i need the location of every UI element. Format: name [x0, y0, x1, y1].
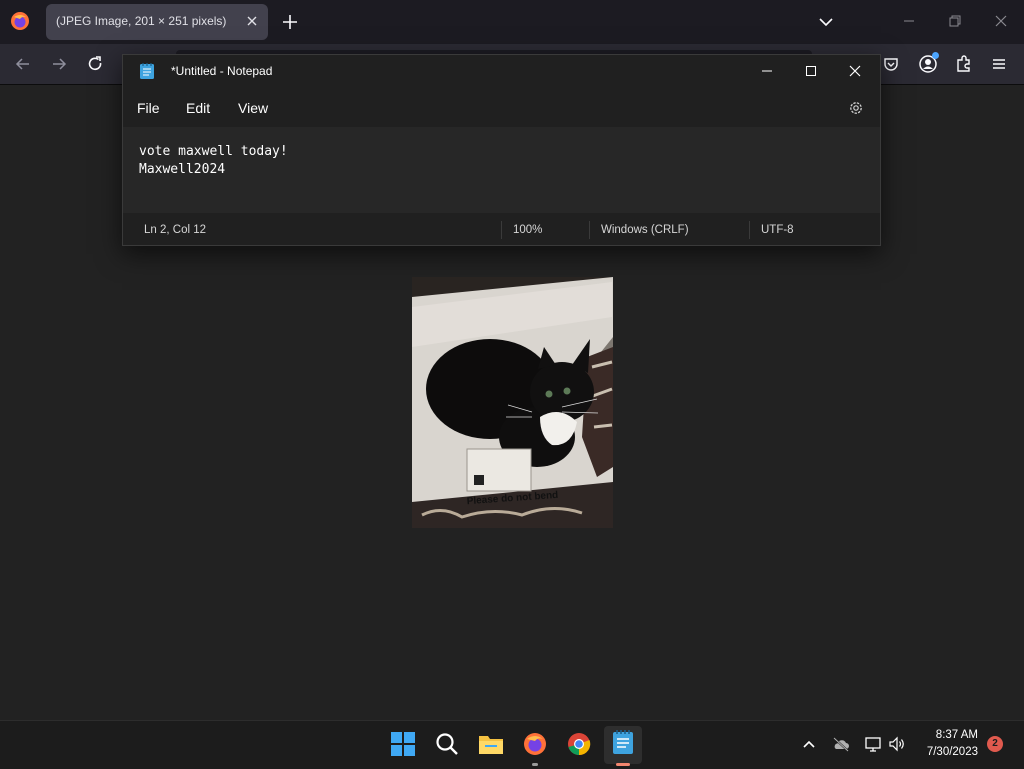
chevron-up-icon[interactable] — [802, 737, 816, 751]
firefox-logo-icon[interactable] — [10, 11, 30, 31]
encoding: UTF-8 — [761, 224, 794, 236]
close-window-icon[interactable] — [992, 12, 1010, 30]
minimize-icon[interactable] — [900, 12, 918, 30]
start-icon[interactable] — [390, 731, 416, 757]
notepad-window: *Untitled - Notepad File Edit View vote … — [122, 54, 881, 246]
menu-edit[interactable]: Edit — [182, 100, 214, 116]
notepad-titlebar[interactable]: *Untitled - Notepad — [123, 55, 880, 87]
pocket-icon[interactable] — [882, 55, 900, 73]
status-divider — [501, 221, 502, 239]
chevron-down-icon[interactable] — [818, 14, 834, 30]
maximize-icon[interactable] — [803, 63, 819, 79]
notepad-menubar: File Edit View — [123, 91, 880, 125]
browser-tab[interactable]: (JPEG Image, 201 × 251 pixels) — [46, 4, 268, 40]
reload-icon[interactable] — [86, 55, 104, 73]
settings-gear-icon[interactable] — [847, 99, 865, 117]
notepad-icon[interactable] — [610, 729, 636, 755]
menu-view[interactable]: View — [234, 100, 272, 116]
text-line: vote maxwell today! — [139, 144, 288, 159]
notepad-content[interactable]: vote maxwell today! Maxwell2024 — [139, 143, 288, 179]
new-tab-icon[interactable] — [280, 12, 300, 32]
cat-photo: Please do not bend — [412, 277, 613, 528]
network-icon[interactable] — [864, 735, 882, 753]
search-icon[interactable] — [434, 731, 460, 757]
zoom-level: 100% — [513, 224, 543, 236]
close-tab-icon[interactable] — [246, 15, 258, 27]
minimize-icon[interactable] — [759, 63, 775, 79]
close-icon[interactable] — [847, 63, 863, 79]
notepad-text-area[interactable]: vote maxwell today! Maxwell2024 — [123, 127, 880, 213]
text-line: Maxwell2024 — [139, 162, 226, 177]
notepad-status-bar: Ln 2, Col 12 100% Windows (CRLF) UTF-8 — [123, 215, 880, 245]
account-notification-dot — [932, 52, 939, 59]
menu-file[interactable]: File — [133, 100, 164, 116]
file-explorer-icon[interactable] — [478, 731, 504, 757]
back-arrow-icon[interactable] — [14, 55, 32, 73]
tab-title: (JPEG Image, 201 × 251 pixels) — [56, 14, 227, 28]
forward-arrow-icon[interactable] — [50, 55, 68, 73]
line-ending: Windows (CRLF) — [601, 224, 689, 236]
extensions-puzzle-icon[interactable] — [954, 54, 974, 74]
hamburger-menu-icon[interactable] — [990, 55, 1008, 73]
status-divider — [749, 221, 750, 239]
status-divider — [589, 221, 590, 239]
firefox-running-indicator — [532, 763, 538, 766]
chrome-icon[interactable] — [566, 731, 592, 757]
browser-tab-strip: (JPEG Image, 201 × 251 pixels) — [0, 0, 1024, 44]
notification-count-badge[interactable]: 2 — [987, 736, 1003, 752]
cursor-position: Ln 2, Col 12 — [144, 224, 207, 236]
onedrive-cloud-icon[interactable] — [832, 735, 850, 753]
clock-date[interactable]: 7/30/2023 — [910, 746, 978, 758]
restore-icon[interactable] — [946, 12, 964, 30]
windows-taskbar: 8:37 AM 7/30/2023 2 — [0, 720, 1024, 769]
notepad-app-icon — [140, 63, 154, 79]
clock-time[interactable]: 8:37 AM — [918, 729, 978, 741]
firefox-icon[interactable] — [522, 731, 548, 757]
notepad-title: *Untitled - Notepad — [171, 64, 273, 78]
notepad-active-indicator — [616, 763, 630, 766]
volume-icon[interactable] — [888, 735, 906, 753]
